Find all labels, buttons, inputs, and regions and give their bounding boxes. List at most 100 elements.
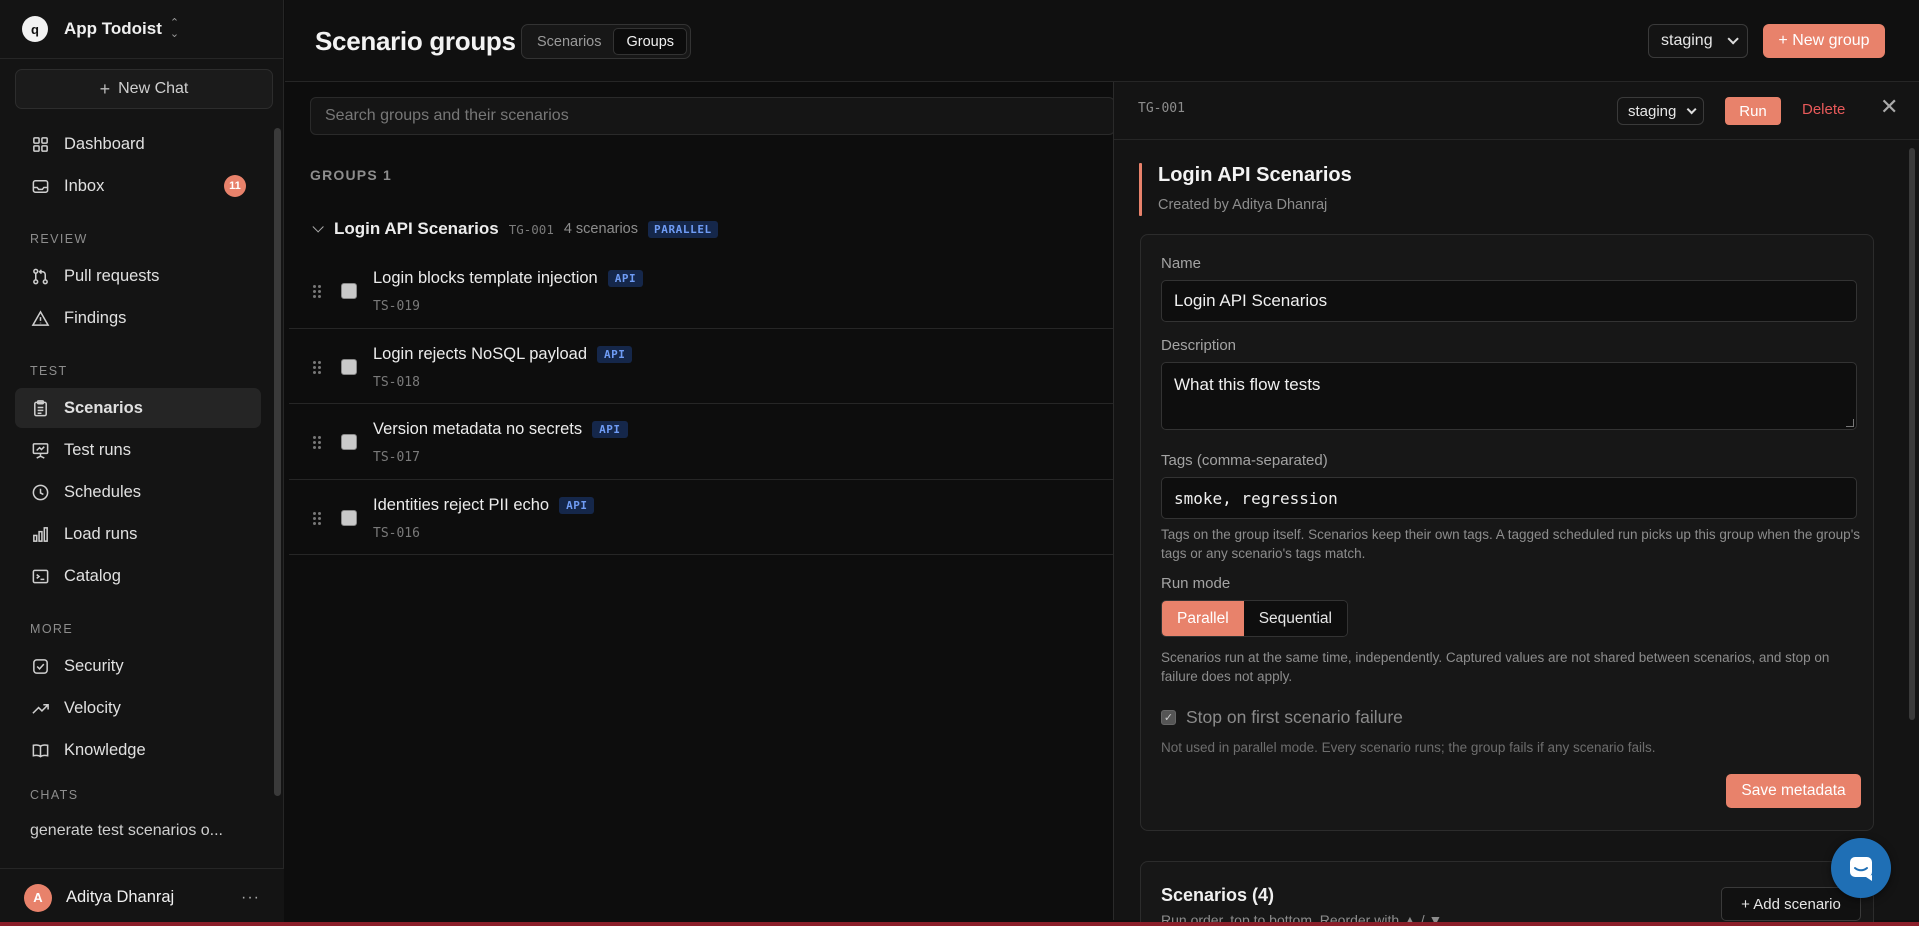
- tag-pill: API: [592, 421, 628, 438]
- tab-scenarios[interactable]: Scenarios: [525, 28, 613, 55]
- run-mode-help-text: Scenarios run at the same time, independ…: [1161, 650, 1830, 684]
- sidebar-item-label: Scenarios: [64, 398, 143, 417]
- sidebar-item-schedules[interactable]: Schedules: [15, 472, 261, 512]
- tags-field[interactable]: smoke, regression: [1161, 477, 1857, 519]
- group-header[interactable]: Login API Scenarios TG-001 4 scenarios P…: [312, 218, 718, 240]
- description-label: Description: [1161, 337, 1237, 354]
- sidebar-item-test-runs[interactable]: Test runs: [15, 430, 261, 470]
- run-mode-pill: PARALLEL: [648, 220, 718, 238]
- run-mode-sequential[interactable]: Sequential: [1243, 601, 1347, 636]
- sidebar-item-label: Findings: [64, 308, 127, 327]
- scenario-checkbox[interactable]: [341, 509, 357, 526]
- scenario-checkbox[interactable]: [341, 434, 357, 450]
- bar-chart-icon: [30, 524, 50, 544]
- sidebar-item-inbox[interactable]: Inbox 11: [15, 166, 261, 206]
- run-mode-label: Run mode: [1161, 575, 1231, 592]
- clipboard-icon: [30, 398, 50, 418]
- tags-label: Tags (comma-separated): [1161, 452, 1328, 469]
- scenario-title: Login blocks template injection: [373, 269, 598, 287]
- more-dots-icon[interactable]: ···: [241, 889, 260, 907]
- scenario-checkbox[interactable]: [341, 283, 357, 299]
- panel-scrollbar[interactable]: [1909, 148, 1915, 720]
- tab-groups[interactable]: Groups: [613, 28, 688, 55]
- sidebar-item-velocity[interactable]: Velocity: [15, 688, 261, 728]
- drag-handle-icon[interactable]: [313, 360, 321, 374]
- group-scenario-count: 4 scenarios: [563, 221, 638, 237]
- scenario-id: TS-017: [373, 450, 420, 465]
- sidebar-item-label: Catalog: [64, 566, 121, 585]
- workspace-logo: q: [22, 16, 48, 42]
- panel-header: TG-001 staging Run Delete ✕: [1114, 82, 1919, 140]
- clock-icon: [30, 482, 50, 502]
- sidebar-nav: Dashboard Inbox 11 REVIEW Pull requests …: [15, 124, 261, 850]
- panel-group-id: TG-001: [1138, 101, 1185, 116]
- view-toggle: Scenarios Groups: [521, 24, 692, 59]
- description-field[interactable]: What this flow tests: [1161, 362, 1857, 430]
- nav-section-more: MORE: [30, 622, 74, 636]
- plus-icon: +: [99, 78, 111, 99]
- scenario-id: TS-018: [373, 374, 420, 390]
- table-row[interactable]: Login blocks template injection API TS-01…: [289, 253, 1115, 329]
- group-id: TG-001: [508, 221, 554, 237]
- group-detail-panel: TG-001 staging Run Delete ✕ Login API Sc…: [1113, 82, 1919, 926]
- inbox-icon: [30, 176, 50, 196]
- sidebar-item-label: Inbox: [64, 176, 105, 195]
- sidebar-item-pull-requests[interactable]: Pull requests: [15, 256, 261, 296]
- search-input[interactable]: [310, 97, 1115, 135]
- check-square-icon: [30, 656, 50, 676]
- table-row[interactable]: Version metadata no secrets API TS-017: [289, 404, 1115, 480]
- tags-help-text: Tags on the group itself. Scenarios keep…: [1161, 527, 1861, 561]
- sidebar-item-label: Dashboard: [64, 134, 145, 153]
- workspace-switcher[interactable]: q App Todoist ⌃ ⌄: [0, 0, 283, 59]
- resize-grip-icon[interactable]: [1846, 419, 1854, 427]
- chat-item[interactable]: generate test scenarios o...: [15, 812, 261, 850]
- new-chat-label: New Chat: [118, 80, 189, 97]
- presentation-icon: [30, 440, 50, 460]
- sidebar-item-load-runs[interactable]: Load runs: [15, 514, 261, 554]
- drag-handle-icon[interactable]: [313, 511, 321, 525]
- close-icon[interactable]: ✕: [1880, 96, 1898, 118]
- scenario-checkbox[interactable]: [341, 358, 357, 375]
- avatar: A: [24, 883, 52, 912]
- nav-section-test: TEST: [30, 364, 68, 378]
- bottom-accent-strip: [0, 922, 1919, 926]
- chevron-down-icon: [1727, 33, 1739, 45]
- sidebar-item-knowledge[interactable]: Knowledge: [15, 730, 261, 770]
- sidebar-item-label: Knowledge: [64, 740, 146, 759]
- sidebar: q App Todoist ⌃ ⌄ + New Chat Dashboard In…: [0, 0, 284, 926]
- sidebar-item-scenarios[interactable]: Scenarios: [15, 388, 261, 428]
- table-row[interactable]: Identities reject PII echo API TS-016: [289, 480, 1115, 555]
- run-button[interactable]: Run: [1725, 97, 1781, 125]
- table-row[interactable]: Login rejects NoSQL payload API TS-018: [289, 329, 1115, 404]
- scenarios-card: Scenarios (4) Run order, top to bottom. …: [1140, 861, 1874, 926]
- new-group-button[interactable]: + New group: [1763, 24, 1885, 58]
- tag-pill: API: [597, 345, 633, 363]
- delete-button[interactable]: Delete: [1802, 101, 1845, 118]
- sidebar-scrollbar[interactable]: [274, 128, 281, 796]
- user-menu[interactable]: A Aditya Dhanraj ···: [0, 868, 284, 926]
- sidebar-item-label: Security: [64, 656, 124, 675]
- run-mode-parallel[interactable]: Parallel: [1162, 601, 1244, 636]
- user-name: Aditya Dhanraj: [66, 888, 175, 906]
- save-metadata-button[interactable]: Save metadata: [1726, 774, 1861, 808]
- sidebar-item-label: Pull requests: [64, 266, 160, 285]
- sidebar-item-findings[interactable]: Findings: [15, 298, 261, 338]
- panel-environment-select[interactable]: staging: [1617, 97, 1705, 125]
- name-field[interactable]: Login API Scenarios: [1161, 280, 1857, 322]
- environment-select[interactable]: staging: [1648, 24, 1748, 58]
- sidebar-item-security[interactable]: Security: [15, 646, 261, 686]
- support-chat-icon[interactable]: [1831, 838, 1891, 898]
- drag-handle-icon[interactable]: [313, 436, 321, 449]
- sidebar-item-dashboard[interactable]: Dashboard: [15, 124, 261, 164]
- add-scenario-button[interactable]: + Add scenario: [1721, 887, 1861, 921]
- drag-handle-icon[interactable]: [313, 285, 321, 298]
- new-chat-button[interactable]: + New Chat: [15, 69, 273, 109]
- sidebar-item-catalog[interactable]: Catalog: [15, 556, 261, 596]
- stop-on-failure-checkbox[interactable]: ✓: [1161, 710, 1176, 725]
- chevron-down-icon[interactable]: [312, 221, 324, 233]
- terminal-icon: [30, 566, 50, 586]
- chevron-down-icon: [1687, 103, 1697, 114]
- chevron-updown-icon: ⌃ ⌄: [169, 17, 180, 40]
- page-title: Scenario groups: [315, 26, 516, 56]
- stop-help-text: Not used in parallel mode. Every scenari…: [1161, 740, 1656, 755]
